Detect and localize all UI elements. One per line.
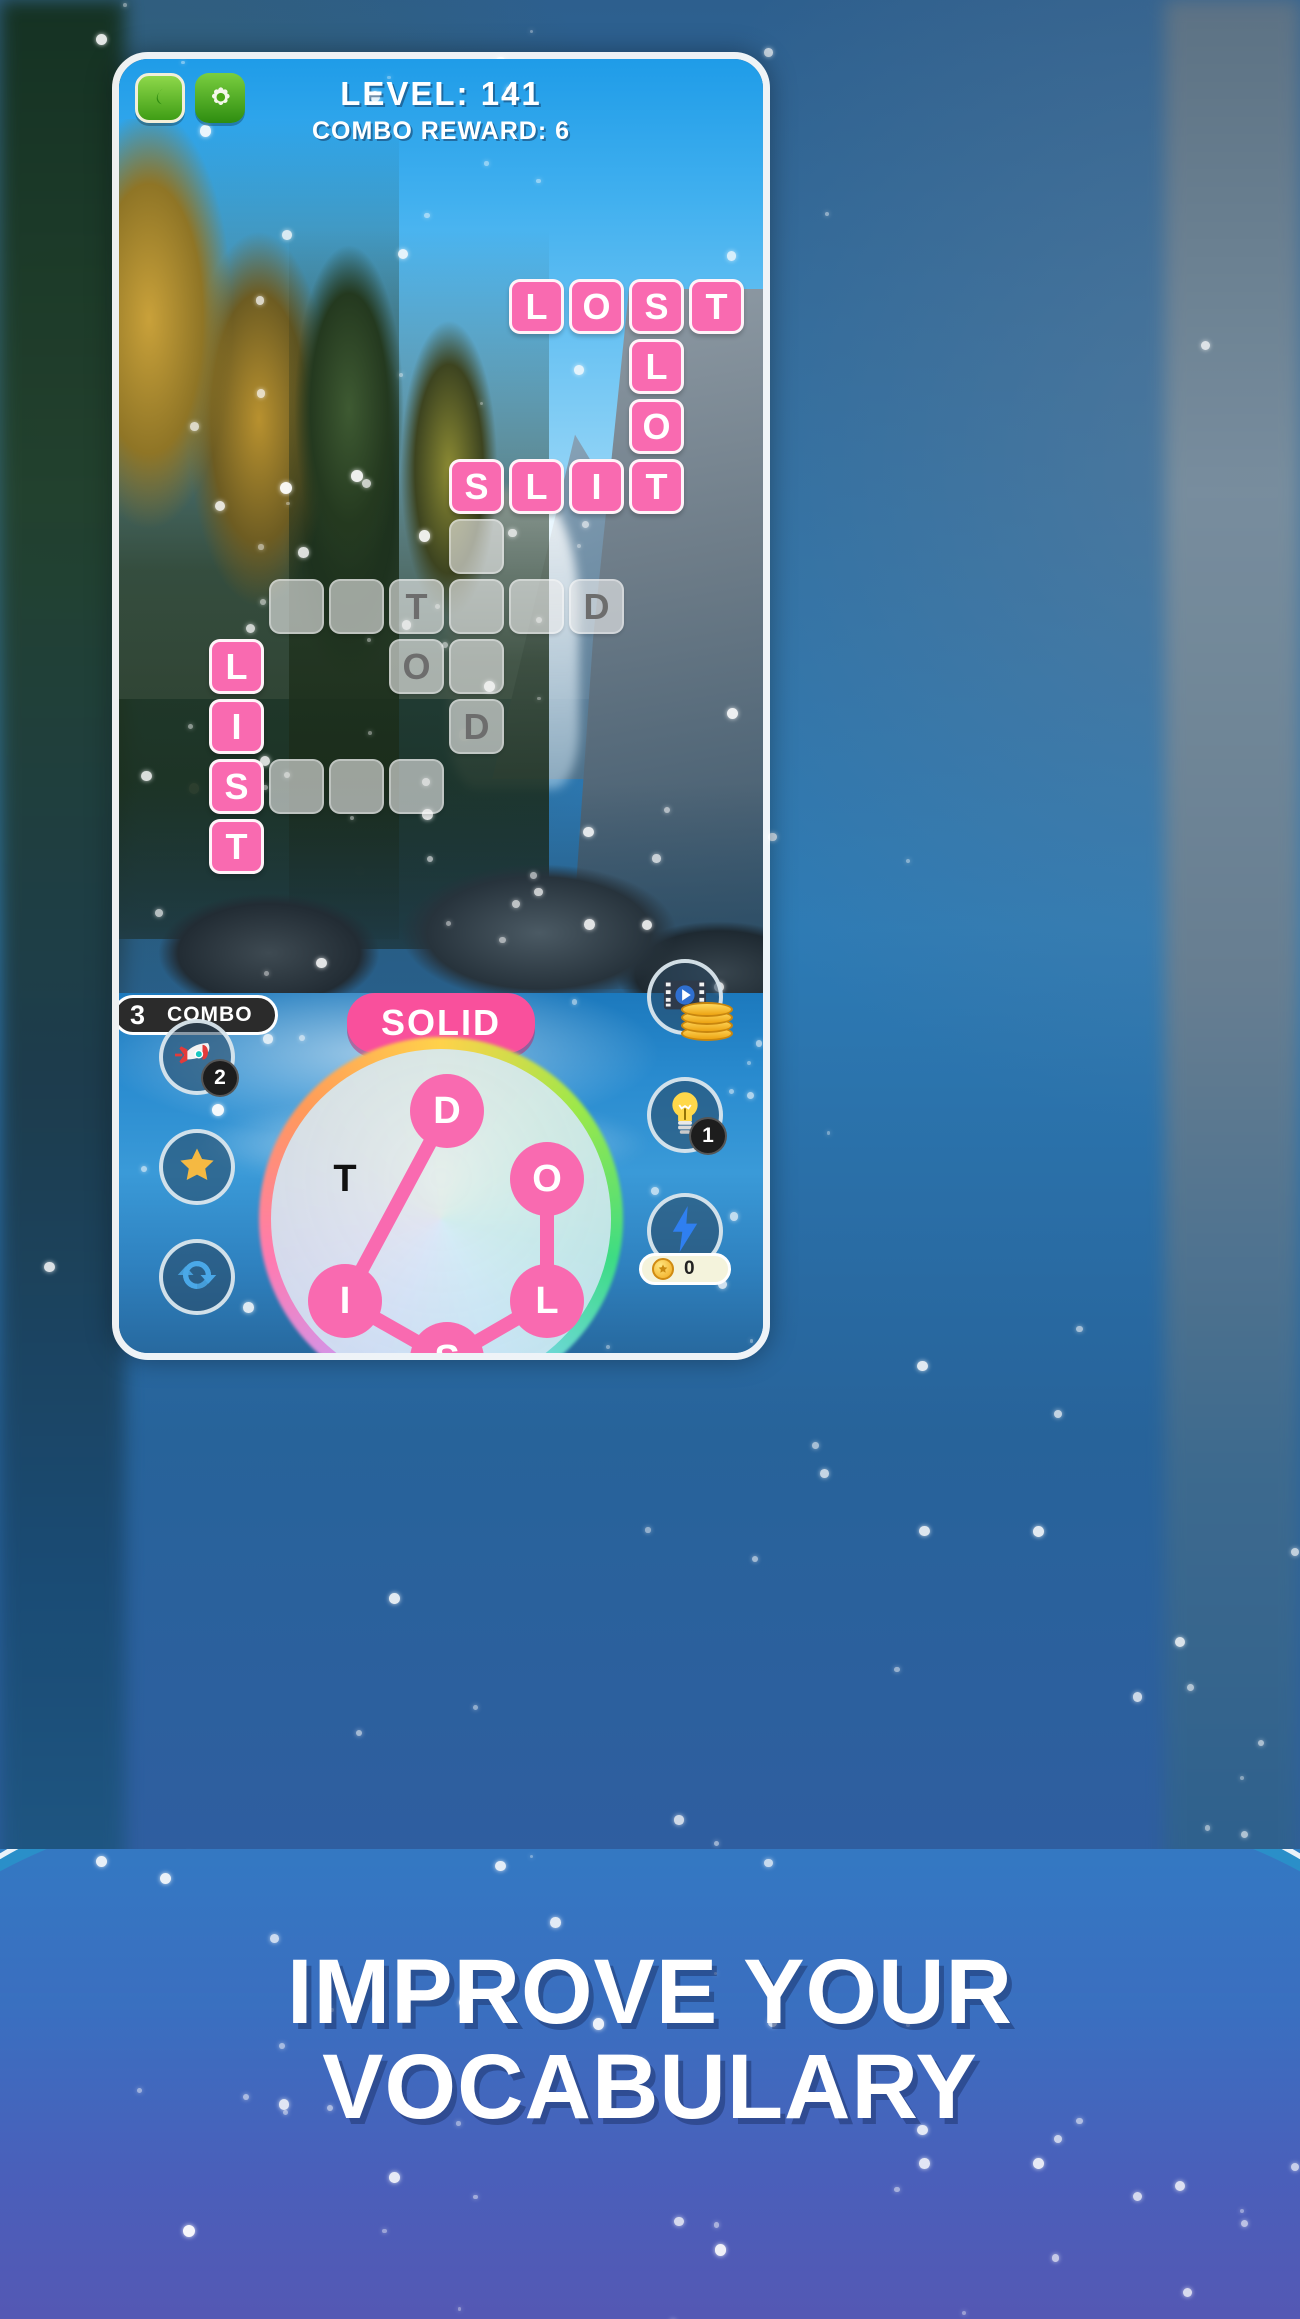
grid-tile-solved: O bbox=[629, 399, 684, 454]
wheel-letter-t[interactable]: T bbox=[308, 1142, 382, 1216]
watch-ad-coins-button[interactable] bbox=[647, 959, 733, 1041]
backdrop-trees bbox=[0, 0, 125, 1960]
hint-badge: 1 bbox=[689, 1117, 727, 1155]
combo-count: 3 bbox=[130, 999, 146, 1030]
grid-tile-solved: O bbox=[569, 279, 624, 334]
wheel-letter-o[interactable]: O bbox=[510, 1142, 584, 1216]
grid-tile-empty bbox=[269, 759, 324, 814]
wheel-letter-l[interactable]: L bbox=[510, 1264, 584, 1338]
hint-bulb-button[interactable]: 1 bbox=[647, 1077, 727, 1155]
grid-tile-empty: D bbox=[449, 699, 504, 754]
grid-tile-solved: T bbox=[629, 459, 684, 514]
grid-tile-solved: I bbox=[209, 699, 264, 754]
grid-tile-solved: L bbox=[509, 459, 564, 514]
promo-line-2: VOCABULARY bbox=[322, 2035, 978, 2138]
grid-tile-solved: L bbox=[509, 279, 564, 334]
grid-tile-empty bbox=[449, 579, 504, 634]
shuffle-icon bbox=[176, 1254, 218, 1301]
backdrop-cliff bbox=[1165, 0, 1300, 1960]
grid-tile-solved: L bbox=[629, 339, 684, 394]
star-button[interactable] bbox=[159, 1129, 235, 1205]
promo-line-1: IMPROVE YOUR bbox=[287, 1941, 1013, 2043]
star-icon bbox=[176, 1144, 218, 1191]
grid-tile-empty bbox=[389, 759, 444, 814]
grid-tile-solved: S bbox=[209, 759, 264, 814]
coin-stack-icon bbox=[681, 995, 733, 1041]
coin-icon bbox=[652, 1258, 674, 1280]
grid-tile-empty bbox=[329, 759, 384, 814]
grid-tile-solved: T bbox=[209, 819, 264, 874]
grid-tile-solved: S bbox=[449, 459, 504, 514]
wheel-letter-d[interactable]: D bbox=[410, 1074, 484, 1148]
grid-tile-empty bbox=[449, 519, 504, 574]
grid-tile-empty bbox=[449, 639, 504, 694]
grid-tile-solved: I bbox=[569, 459, 624, 514]
grid-tile-empty: T bbox=[389, 579, 444, 634]
rocket-badge: 2 bbox=[201, 1059, 239, 1097]
letter-wheel[interactable]: DOLSIT bbox=[265, 1043, 617, 1353]
grid-tile-empty bbox=[329, 579, 384, 634]
grid-tile-empty: O bbox=[389, 639, 444, 694]
wheel-letters: DOLSIT bbox=[271, 1049, 611, 1353]
game-screen: LEVEL: 141 COMBO REWARD: 6 LOSTLOSLITTDO… bbox=[119, 59, 763, 1353]
grid-tile-empty bbox=[269, 579, 324, 634]
grid-tile-solved: S bbox=[629, 279, 684, 334]
shuffle-button[interactable] bbox=[159, 1239, 235, 1315]
wheel-letter-i[interactable]: I bbox=[308, 1264, 382, 1338]
grid-tile-solved: L bbox=[209, 639, 264, 694]
lightning-icon bbox=[667, 1205, 703, 1257]
promo-banner: IMPROVE YOUR VOCABULARY bbox=[0, 1849, 1300, 2319]
phone-frame: LEVEL: 141 COMBO REWARD: 6 LOSTLOSLITTDO… bbox=[112, 52, 770, 1360]
grid-tile-empty bbox=[509, 579, 564, 634]
rocket-boost-button[interactable]: 2 bbox=[159, 1019, 239, 1097]
wheel-letter-s[interactable]: S bbox=[410, 1322, 484, 1353]
coin-cost-pill: 0 bbox=[639, 1253, 731, 1285]
power-boost-button[interactable]: 0 bbox=[639, 1193, 731, 1285]
grid-tile-empty: D bbox=[569, 579, 624, 634]
promo-text: IMPROVE YOUR VOCABULARY bbox=[0, 1945, 1300, 2135]
coin-cost-value: 0 bbox=[684, 1258, 695, 1279]
grid-tile-solved: T bbox=[689, 279, 744, 334]
